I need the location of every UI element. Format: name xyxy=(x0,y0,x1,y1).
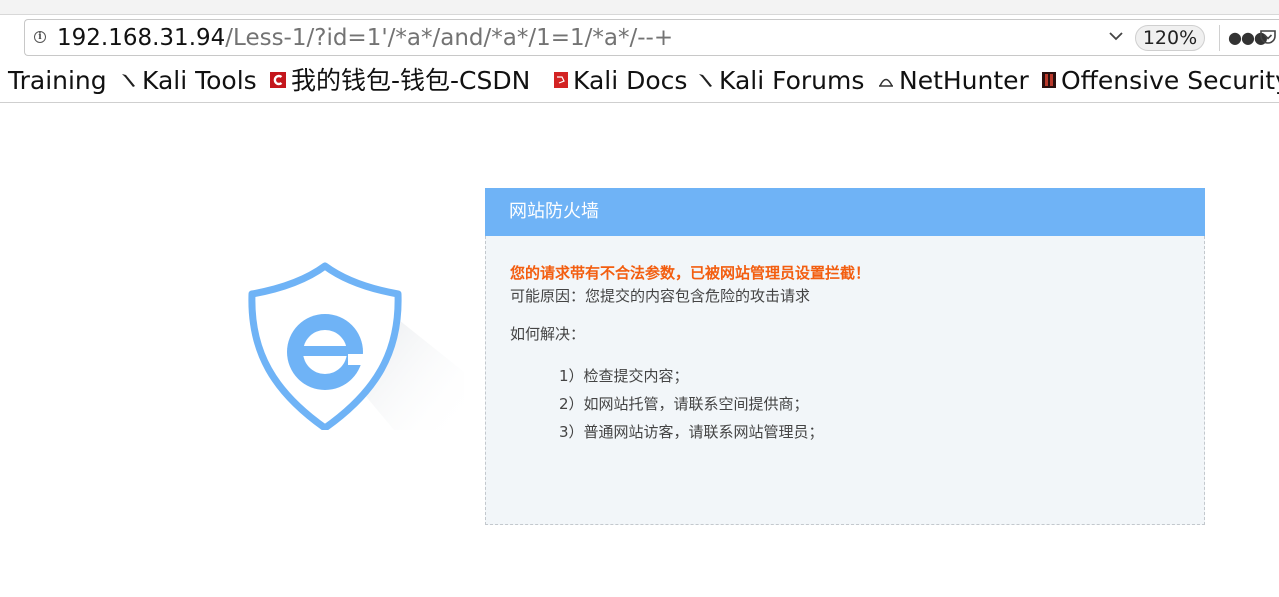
kali-dragon-icon xyxy=(699,74,712,87)
waf-title: 网站防火墙 xyxy=(485,188,1205,236)
bookmark-csdn[interactable]: 我的钱包-钱包-CSDN xyxy=(269,65,530,97)
url-host: 192.168.31.94 xyxy=(57,25,226,51)
waf-reason: 可能原因：您提交的内容包含危险的攻击请求 xyxy=(510,287,811,305)
bookmarks-toolbar: Training Kali Tools 我的钱包-钱包-CSDN Kali Do… xyxy=(0,62,1279,103)
bookmark-label: Kali Forums xyxy=(719,66,865,95)
bookmark-training[interactable]: Training xyxy=(8,65,107,97)
pocket-icon[interactable] xyxy=(1259,28,1277,46)
bookmark-label: Kali Tools xyxy=(142,66,257,95)
address-bar[interactable]: i 192.168.31.94/Less-1/?id=1'/*a*/and/*a… xyxy=(24,19,1279,56)
bookmark-label: Kali Docs xyxy=(573,66,688,95)
more-actions-icon[interactable]: ●●● xyxy=(1228,29,1268,47)
shield-logo-icon xyxy=(248,262,464,430)
csdn-icon xyxy=(270,72,286,88)
bookmark-offensive-security[interactable]: Offensive Security xyxy=(1041,65,1279,97)
url-path: /Less-1/?id=1'/*a*/and/*a*/1=1/*a*/--+ xyxy=(225,25,674,51)
tab-strip-edge xyxy=(0,0,1279,15)
bookmark-kali-tools[interactable]: Kali Tools xyxy=(120,65,257,97)
waf-step: 3）普通网站访客，请联系网站管理员； xyxy=(559,423,824,441)
waf-error-message: 您的请求带有不合法参数，已被网站管理员设置拦截！ xyxy=(510,264,871,282)
waf-panel: 网站防火墙 您的请求带有不合法参数，已被网站管理员设置拦截！ 可能原因：您提交的… xyxy=(485,188,1205,525)
waf-body: 您的请求带有不合法参数，已被网站管理员设置拦截！ 可能原因：您提交的内容包含危险… xyxy=(485,236,1205,525)
bookmark-kali-forums[interactable]: Kali Forums xyxy=(697,65,864,97)
chevron-down-icon[interactable] xyxy=(1106,26,1126,46)
waf-step: 1）检查提交内容； xyxy=(559,367,689,385)
zoom-level-button[interactable]: 120% xyxy=(1135,25,1205,51)
kali-dragon-icon xyxy=(122,74,135,87)
url-text[interactable]: 192.168.31.94/Less-1/?id=1'/*a*/and/*a*/… xyxy=(57,24,673,52)
bookmark-nethunter[interactable]: NetHunter xyxy=(877,65,1029,97)
kali-docs-icon xyxy=(554,72,568,88)
browser-chrome: i 192.168.31.94/Less-1/?id=1'/*a*/and/*a… xyxy=(0,0,1279,104)
offsec-icon xyxy=(1042,72,1056,88)
bookmark-label: Training xyxy=(8,66,107,95)
bookmark-label: 我的钱包-钱包-CSDN xyxy=(291,66,531,95)
waf-step: 2）如网站托管，请联系空间提供商； xyxy=(559,395,809,413)
bookmark-label: NetHunter xyxy=(899,66,1029,95)
bookmark-label: Offensive Security xyxy=(1061,66,1279,95)
bookmark-kali-docs[interactable]: Kali Docs xyxy=(553,65,687,97)
info-icon[interactable]: i xyxy=(34,31,46,43)
nethunter-icon xyxy=(879,78,893,87)
url-divider xyxy=(1219,25,1220,51)
waf-how-to-fix: 如何解决： xyxy=(510,325,586,343)
